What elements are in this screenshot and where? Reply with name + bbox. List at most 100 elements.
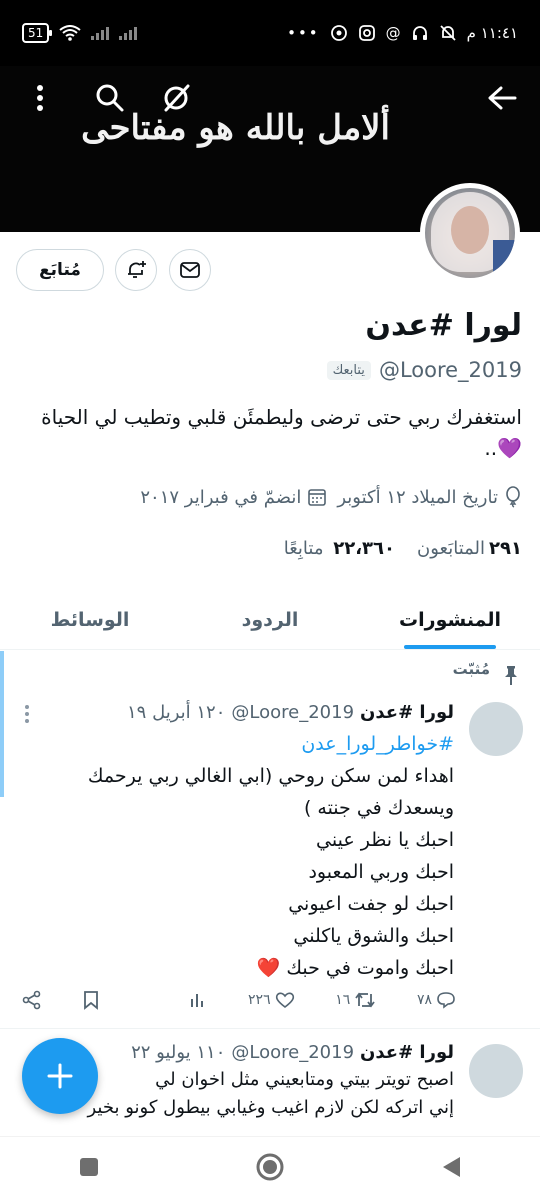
circle-slash-icon [164, 84, 190, 112]
reply-count: ٧٨ [416, 992, 432, 1008]
tweet-hashtag[interactable]: #خواطر_لورا_عدن [14, 728, 454, 760]
following-label: المتابَعون [417, 538, 486, 559]
back-nav-button[interactable] [440, 1155, 462, 1183]
tweet-header: لورا #عدن @Loore_2019 ١٢٠ أبريل ١٩ [127, 702, 454, 723]
status-time: ١١:٤١ م [466, 24, 518, 42]
tweet-time: ١١٠ يوليو ٢٢ [131, 1042, 226, 1063]
retweet-action[interactable]: ١٦ [335, 991, 376, 1009]
status-bar: 51 ••• @ ١١:٤١ م [0, 0, 540, 66]
profile-avatar[interactable] [420, 183, 520, 283]
views-action[interactable] [189, 991, 207, 1009]
tweet-avatar[interactable] [469, 1044, 523, 1098]
followers-label: متابِعًا [283, 538, 324, 559]
balloon-icon [506, 486, 520, 508]
share-icon [22, 990, 41, 1010]
tab-media[interactable]: الوسائط [0, 590, 180, 649]
tweet-author-handle: @Loore_2019 [231, 702, 355, 723]
tweet-line: احبك يا نظر عيني [316, 829, 454, 851]
bell-plus-icon [128, 261, 146, 278]
search-icon [96, 84, 124, 112]
like-count: ٢٢٦ [248, 992, 271, 1008]
plus-icon [47, 1063, 73, 1089]
tab-replies[interactable]: الردود [180, 590, 360, 649]
following-button-label: مُتابَع [39, 260, 81, 280]
following-count: ٢٩١ [489, 538, 522, 559]
more-vertical-icon [37, 85, 43, 111]
tweet-author-name[interactable]: لورا #عدن [360, 702, 454, 723]
wifi-icon [59, 25, 81, 41]
tweet-line: احبك واموت في حبك ❤️ [256, 957, 454, 979]
joined-text: انضمّ في فبراير ٢٠١٧ [140, 486, 302, 508]
headphones-icon [412, 26, 427, 40]
instagram-icon [358, 25, 375, 41]
profile-handle: @Loore_2019 [378, 358, 522, 382]
tweet-divider [0, 1028, 540, 1029]
tweet-time: ١٢٠ أبريل ١٩ [127, 702, 226, 723]
notifications-button[interactable] [115, 249, 157, 291]
pinned-label: مُثبّت [452, 660, 490, 678]
tweet-avatar[interactable] [469, 702, 523, 756]
stats-icon [191, 994, 204, 1007]
reply-action[interactable]: ٧٨ [417, 991, 456, 1009]
follows-you-badge: يتابعك [326, 360, 371, 380]
signal-icon [91, 26, 110, 40]
tweet-actions: ٧٨ ١٦ ٢٢٦ [22, 990, 456, 1010]
at-icon: @ [385, 24, 401, 42]
share-action[interactable] [22, 990, 42, 1010]
profile-bio: استغفرك ربي حتى ترضى وليطمئَن قلبي وتطيب… [41, 405, 522, 460]
avatar-face [451, 206, 489, 254]
system-nav-bar [0, 1136, 540, 1200]
status-left: 51 [22, 23, 287, 43]
message-button[interactable] [169, 249, 211, 291]
tweet-author-name[interactable]: لورا #عدن [360, 1042, 454, 1063]
followers-count: ٢٢،٣٦٠ [333, 538, 395, 559]
compose-button[interactable] [22, 1038, 98, 1114]
bookmark-icon [83, 991, 98, 1010]
back-arrow-icon [488, 86, 517, 110]
tweet-line: احبك لو جفت اعيوني [288, 893, 454, 915]
retweet-icon [355, 992, 376, 1008]
followers-stat[interactable]: ٢٢،٣٦٠ متابِعًا [284, 538, 395, 559]
tweet-author-handle: @Loore_2019 [231, 1042, 355, 1063]
tweet-line: احبك وربي المعبود [308, 861, 454, 883]
following-button[interactable]: مُتابَع [16, 249, 104, 291]
reply-icon [437, 992, 455, 1009]
bookmark-action[interactable] [83, 990, 99, 1010]
pin-icon [505, 666, 517, 685]
following-stat[interactable]: ٢٩١المتابَعون [417, 538, 522, 559]
search-button[interactable] [86, 74, 134, 122]
recents-button[interactable] [78, 1156, 100, 1182]
signal-icon-2 [119, 26, 138, 40]
home-button[interactable] [255, 1152, 285, 1186]
retweet-count: ١٦ [335, 992, 351, 1008]
like-action[interactable]: ٢٢٦ [248, 991, 295, 1009]
grok-button[interactable] [152, 74, 200, 122]
square-icon [79, 1157, 98, 1176]
tab-posts[interactable]: المنشورات [360, 590, 540, 649]
tweet-more-icon[interactable] [24, 704, 30, 724]
heart-icon [275, 992, 294, 1009]
back-button[interactable] [478, 74, 526, 122]
avatar-garment [493, 240, 515, 278]
profile-tabs: المنشورات الردود الوسائط [0, 590, 540, 650]
calendar-icon [308, 489, 327, 506]
joined-item: انضمّ في فبراير ٢٠١٧ [140, 487, 327, 508]
pinned-indicator-bar [0, 651, 4, 797]
profile-stats: ٢٩١المتابَعون ٢٢،٣٦٠ متابِعًا [284, 538, 522, 559]
more-dots-icon: ••• [287, 24, 320, 42]
birthday-item: تاريخ الميلاد ١٢ أكتوبر [337, 486, 522, 508]
more-button[interactable] [16, 74, 64, 122]
app-root: 51 ••• @ ١١:٤١ م ألامل بالله هو مفتاحى م… [0, 0, 540, 1200]
tweet-header: لورا #عدن @Loore_2019 ١١٠ يوليو ٢٢ [131, 1042, 454, 1063]
profile-meta: تاريخ الميلاد ١٢ أكتوبر انضمّ في فبراير … [140, 486, 522, 508]
tweet-line: اهداء لمن سكن روحي (ابي الغالي ربي يرحمك [87, 765, 454, 787]
mail-icon [180, 262, 200, 278]
profile-name: لورا #عدن [365, 308, 522, 343]
battery-icon: 51 [22, 23, 53, 43]
bell-off-icon [440, 25, 456, 41]
tweet-body: #خواطر_لورا_عدن اهداء لمن سكن روحي (ابي … [14, 728, 454, 984]
notification-app-icon [330, 25, 347, 41]
birthday-text: تاريخ الميلاد ١٢ أكتوبر [337, 486, 498, 508]
status-right: ••• @ ١١:٤١ م [287, 24, 518, 42]
tweet-line: احبك والشوق ياكلني [293, 925, 454, 947]
